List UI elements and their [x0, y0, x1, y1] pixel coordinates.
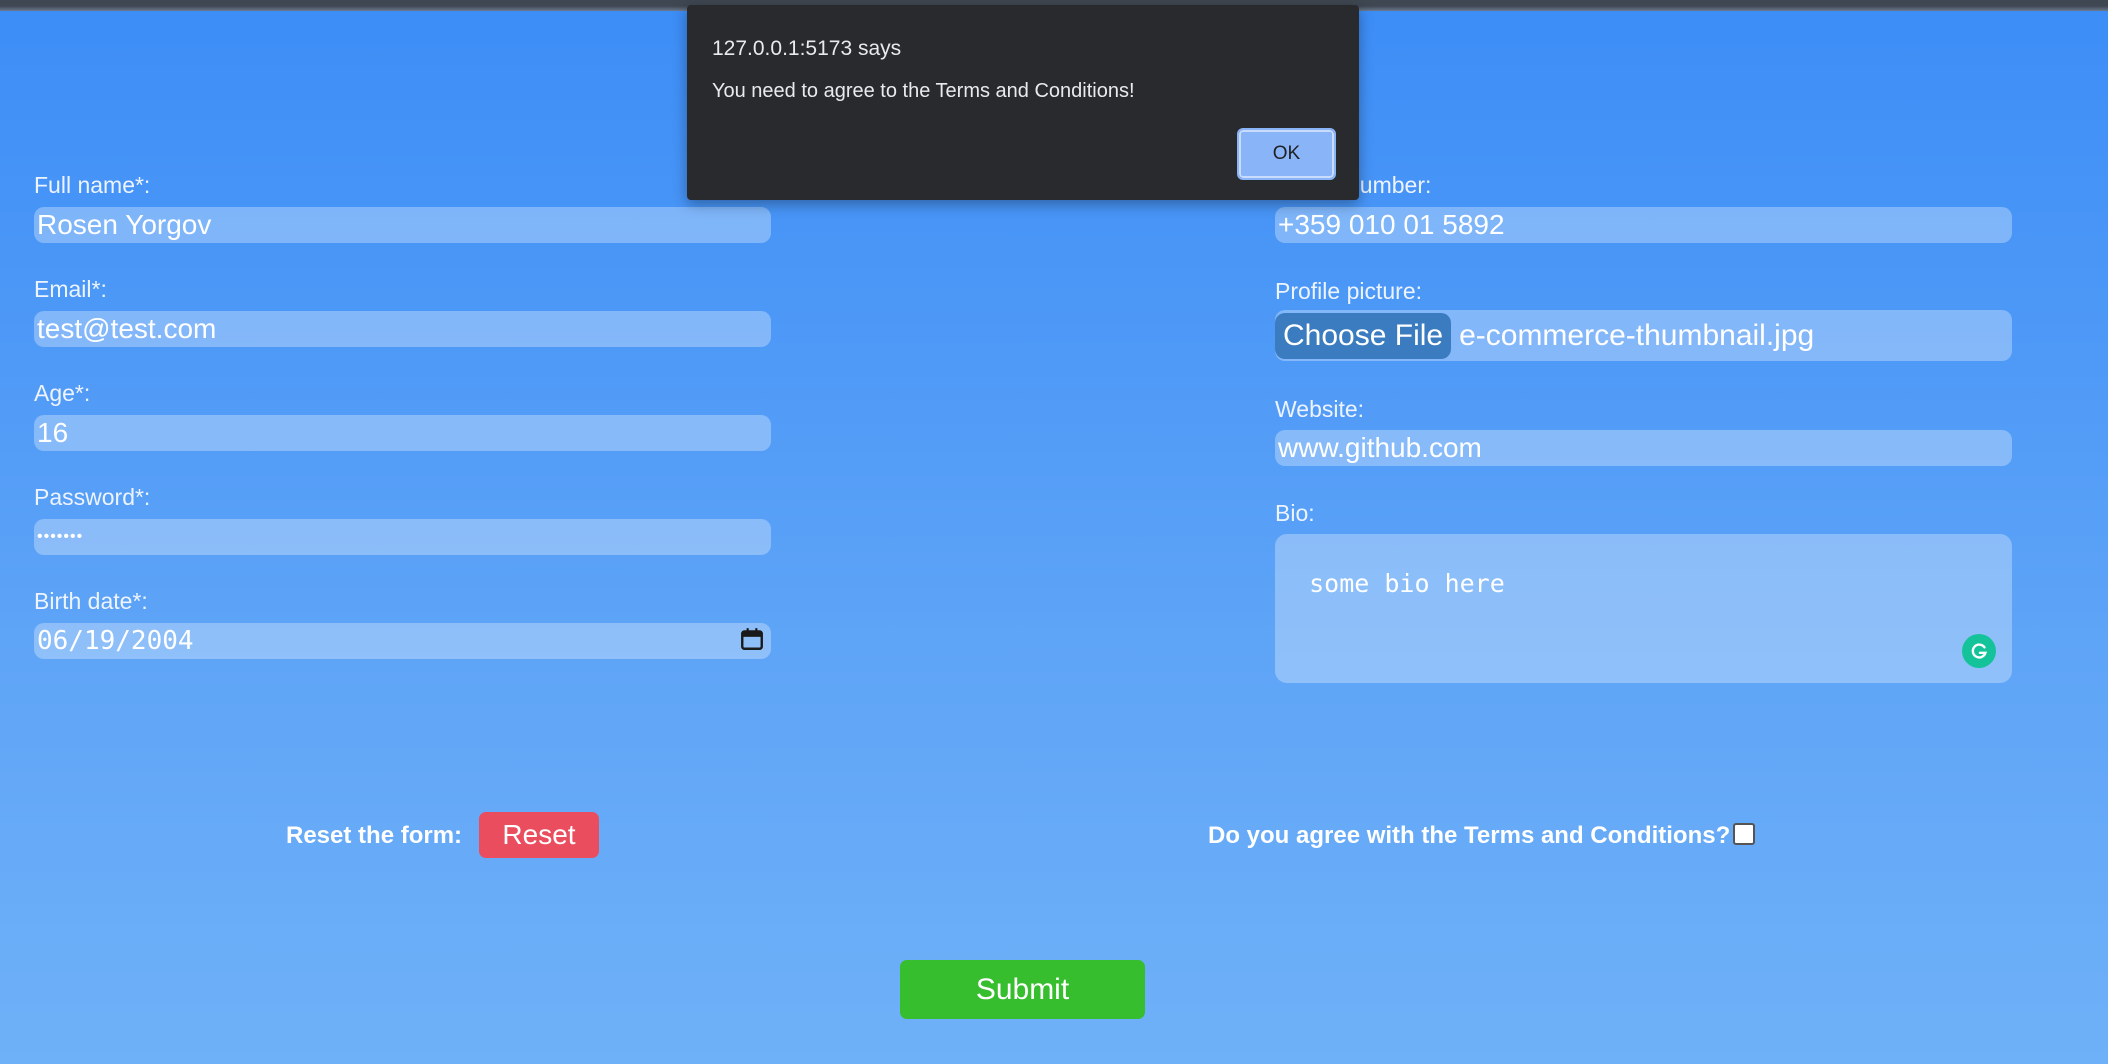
phone-input[interactable]: +359 010 01 5892 — [1275, 207, 2012, 243]
alert-dialog: 127.0.0.1:5173 says You need to agree to… — [687, 5, 1359, 200]
password-value: ••••••• — [37, 528, 84, 545]
profile-picture-input[interactable]: Choose File e-commerce-thumbnail.jpg — [1275, 310, 2012, 361]
email-value: test@test.com — [37, 313, 217, 344]
phone-label: number: — [1347, 172, 1432, 198]
email-label: Email*: — [34, 276, 107, 302]
email-input[interactable]: test@test.com — [34, 311, 771, 347]
phone-value: +359 010 01 5892 — [1278, 209, 1505, 240]
terms-checkbox[interactable] — [1733, 823, 1755, 845]
birth-date-input[interactable]: 06/19/2004 — [34, 623, 771, 659]
reset-form-label: Reset the form: — [286, 822, 463, 849]
chosen-file-name: e-commerce-thumbnail.jpg — [1459, 318, 1815, 352]
bio-value: some bio here — [1309, 569, 1505, 598]
alert-dialog-title: 127.0.0.1:5173 says — [712, 37, 902, 60]
full-name-input[interactable]: Rosen Yorgov — [34, 207, 771, 243]
website-label: Website: — [1275, 396, 1365, 422]
choose-file-button[interactable]: Choose File — [1275, 312, 1452, 359]
website-input[interactable]: www.github.com — [1275, 430, 2012, 466]
password-input[interactable]: ••••••• — [34, 519, 771, 555]
terms-label: Do you agree with the Terms and Conditio… — [1208, 822, 1731, 849]
bio-label: Bio: — [1275, 500, 1315, 526]
alert-dialog-message: You need to agree to the Terms and Condi… — [712, 80, 1135, 102]
full-name-label: Full name*: — [34, 172, 151, 198]
calendar-icon[interactable] — [739, 626, 765, 652]
age-input[interactable]: 16 — [34, 415, 771, 451]
alert-ok-button[interactable]: OK — [1237, 128, 1336, 180]
reset-button[interactable]: Reset — [479, 812, 599, 858]
age-label: Age*: — [34, 380, 91, 406]
birth-date-value: 06/19/2004 — [37, 626, 194, 656]
submit-button[interactable]: Submit — [900, 960, 1145, 1019]
grammarly-icon[interactable] — [1962, 634, 1996, 668]
website-value: www.github.com — [1278, 432, 1482, 463]
profile-picture-label: Profile picture: — [1275, 278, 1423, 304]
age-value: 16 — [37, 417, 69, 448]
birth-date-label: Birth date*: — [34, 588, 148, 614]
password-label: Password*: — [34, 484, 151, 510]
full-name-value: Rosen Yorgov — [37, 209, 212, 240]
bio-textarea[interactable]: some bio here — [1275, 534, 2012, 683]
